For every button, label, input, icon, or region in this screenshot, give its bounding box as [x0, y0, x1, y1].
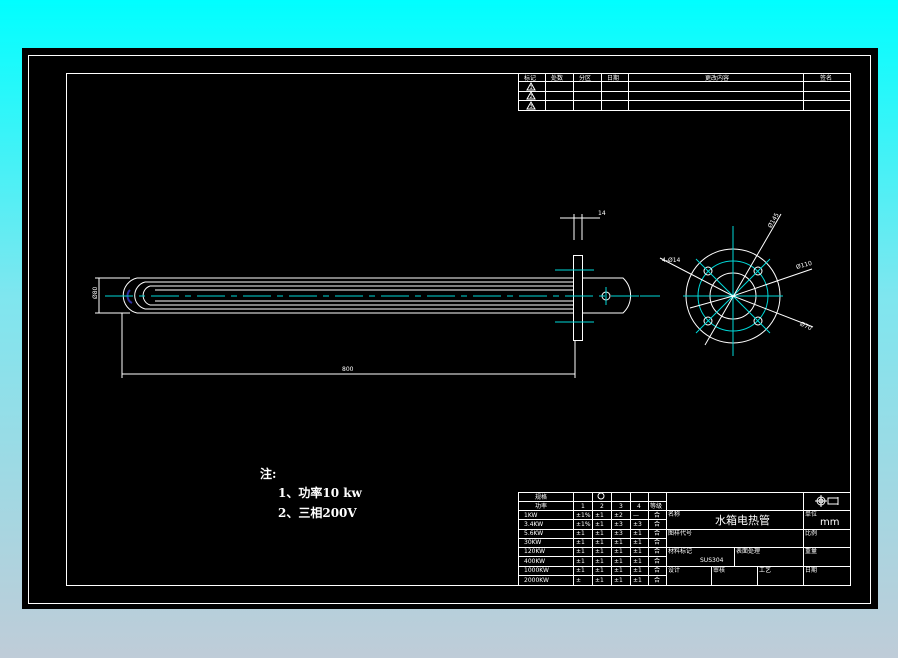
spec-cell: ±1: [576, 558, 585, 565]
approve-label: 工艺: [759, 566, 771, 574]
spec-cell: 合: [654, 520, 660, 528]
treatment-label: 表面处理: [736, 547, 760, 555]
spec-cell: ±1: [595, 558, 604, 565]
spec-cell: ±: [576, 577, 581, 584]
spec-cell: ±1: [576, 548, 585, 555]
spec-cell: ±1: [576, 567, 585, 574]
material-label: 材料标记: [668, 547, 692, 555]
spec-cell: ±1: [614, 567, 623, 574]
spec-cell: 合: [654, 566, 660, 574]
spec-cell: ±1: [633, 577, 642, 584]
spec-row-label: 120KW: [524, 548, 545, 555]
spec-row-label: 5.6KW: [524, 530, 543, 537]
notes-title: 注:: [260, 466, 276, 481]
date-label: 日期: [805, 566, 817, 574]
spec-cell: ±3: [614, 530, 623, 537]
note-item: 2、三相200V: [278, 505, 357, 520]
spec-cell: 合: [654, 547, 660, 555]
check-label: 审核: [713, 566, 725, 574]
unit-label: 单位: [805, 510, 817, 518]
rev-header: 日期: [607, 74, 619, 82]
spec-cell: 合: [654, 557, 660, 565]
spec-row-label: 2000KW: [524, 577, 549, 584]
spec-col: 1: [581, 503, 585, 510]
name-label: 名称: [668, 510, 680, 518]
spec-cell: ±1: [595, 512, 604, 519]
scale-label: 比例: [805, 529, 817, 537]
drawing-name: 水箱电热管: [715, 513, 770, 527]
spec-cell: ±1: [595, 548, 604, 555]
spec-cell: ±2: [614, 512, 623, 519]
spec-cell: ±1: [614, 577, 623, 584]
spec-header: 规格: [535, 493, 547, 501]
spec-col: 3: [619, 503, 623, 510]
rev-header: 分区: [579, 74, 591, 82]
spec-cell: ±1: [633, 539, 642, 546]
spec-row-label: 30KW: [524, 539, 541, 546]
spec-cell: ±1: [576, 539, 585, 546]
rev-header: 处数: [551, 74, 563, 82]
thickness-dim: 14: [598, 210, 606, 217]
material-value: SUS304: [700, 557, 724, 564]
spec-cell: ±1: [633, 567, 642, 574]
spec-row-label: 3.4KW: [524, 521, 543, 528]
spec-cell: 合: [654, 538, 660, 546]
spec-cell: —: [633, 512, 639, 519]
design-label: 设计: [668, 566, 680, 574]
spec-cell: ±1: [614, 558, 623, 565]
spec-col: 2: [600, 503, 604, 510]
spec-cell: ±1: [614, 548, 623, 555]
spec-cell: ±1: [595, 539, 604, 546]
code-label: 图样代号: [668, 529, 692, 537]
spec-cell: ±3: [614, 521, 623, 528]
spec-header: 功率: [535, 502, 547, 510]
rev-header: 更改内容: [705, 74, 729, 82]
note-item: 1、功率10 kw: [278, 485, 363, 500]
spec-cell: ±1: [633, 558, 642, 565]
spec-cell: 合: [654, 511, 660, 519]
spec-cell: ±1: [595, 521, 604, 528]
spec-cell: ±1: [595, 577, 604, 584]
spec-cell: ±1: [576, 530, 585, 537]
holes-dim: 4-Ø14: [662, 257, 681, 264]
diameter-dim: Ø80: [92, 286, 99, 299]
spec-row-label: 1000KW: [524, 567, 549, 574]
rev-header: 签名: [820, 74, 832, 82]
spec-cell: ±1: [614, 539, 623, 546]
spec-col: 4: [637, 503, 641, 510]
unit-value: mm: [820, 517, 839, 528]
spec-col: 等级: [650, 502, 662, 510]
cad-drawing: 标记 处数 分区 日期 更改内容 签名 1 2 3 Ø80 800 14 4-Ø…: [22, 48, 878, 609]
spec-cell: ±1: [633, 548, 642, 555]
spec-row-label: 400KW: [524, 558, 545, 565]
rev-mark: 1: [530, 85, 533, 91]
spec-cell: ±3: [633, 521, 642, 528]
weight-label: 重量: [805, 547, 817, 555]
rev-header: 标记: [524, 74, 536, 82]
spec-cell: ±1: [595, 530, 604, 537]
spec-row-label: 1KW: [524, 512, 538, 519]
spec-cell: ±1: [633, 530, 642, 537]
spec-cell: 合: [654, 529, 660, 537]
rev-mark: 2: [530, 94, 533, 100]
spec-cell: 合: [654, 576, 660, 584]
spec-cell: ±1: [595, 567, 604, 574]
rev-mark: 3: [530, 104, 533, 110]
spec-cell: ±1%: [576, 521, 591, 528]
length-dim: 800: [342, 366, 354, 373]
spec-cell: ±1%: [576, 512, 591, 519]
